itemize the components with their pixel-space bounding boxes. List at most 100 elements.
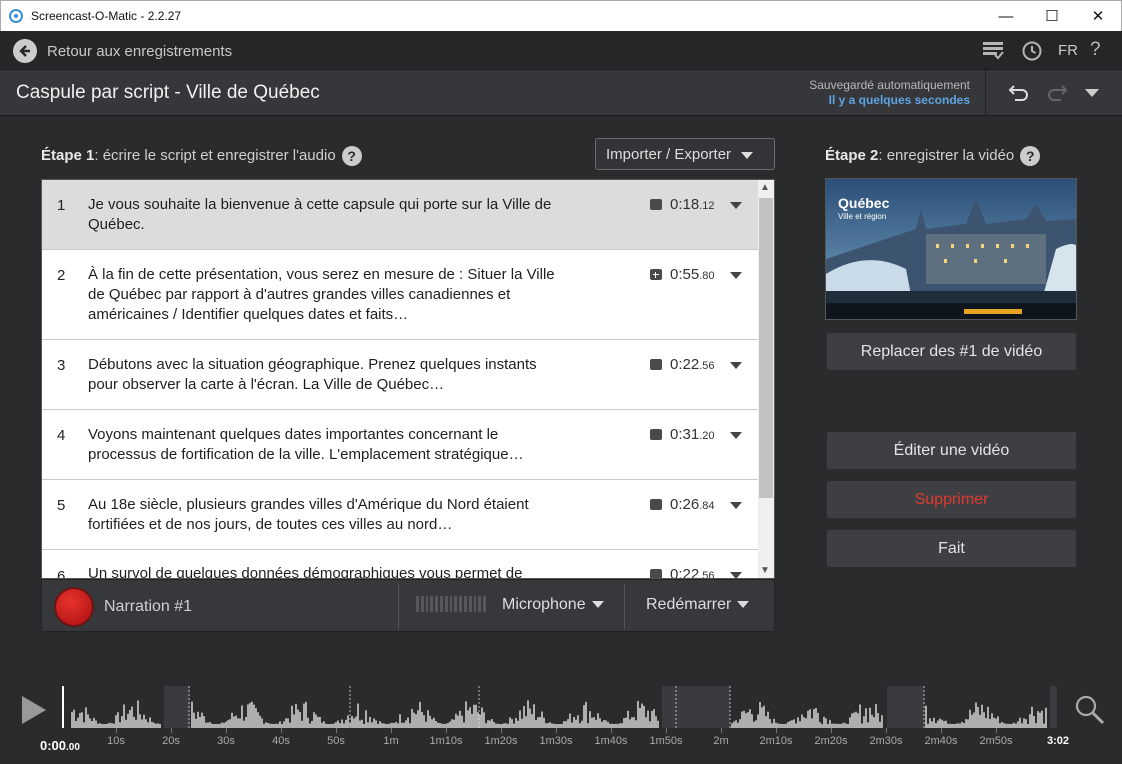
timeline-tick-mark xyxy=(831,728,832,733)
row-menu-chevron-down-icon[interactable] xyxy=(730,502,742,509)
help-icon[interactable]: ? xyxy=(1090,39,1101,61)
audio-clip-icon xyxy=(650,569,662,578)
timeline-tick-mark xyxy=(556,728,557,733)
row-script-text[interactable]: Au 18e siècle, plusieurs grandes villes … xyxy=(88,495,558,535)
video-thumbnail[interactable]: Québec Ville et région xyxy=(825,178,1077,320)
row-duration: 0:31.20 xyxy=(650,426,715,443)
timeline-tick-label: 2m20s xyxy=(814,735,848,747)
row-duration-fraction: .84 xyxy=(699,500,715,512)
timeline-tick-label: 1m xyxy=(383,735,399,747)
row-duration-fraction: .12 xyxy=(699,200,715,212)
minimize-button[interactable]: — xyxy=(983,1,1029,32)
script-row[interactable]: 4 Voyons maintenant quelques dates import… xyxy=(42,410,758,480)
edit-video-button[interactable]: Éditer une vidéo xyxy=(826,431,1077,470)
language-selector[interactable]: FR xyxy=(1058,42,1078,59)
import-export-label: Importer / Exporter xyxy=(606,146,732,163)
total-duration: 3:02 xyxy=(1047,735,1070,747)
app-logo-icon xyxy=(9,9,23,23)
row-duration-value: 0:55 xyxy=(670,266,700,283)
timeline: 10s 20s 30s 40s 50s 1m 1m10s 1m20s 1m30s 1m40s 1m5… xyxy=(0,680,1122,764)
row-number: 6 xyxy=(57,568,66,579)
script-row[interactable]: 2 À la fin de cette présentation, vous se… xyxy=(42,250,758,340)
row-duration-fraction: .20 xyxy=(699,430,715,442)
row-duration: 0:18.12 xyxy=(650,196,715,213)
row-menu-chevron-down-icon[interactable] xyxy=(730,272,742,279)
script-row[interactable]: 6 Un survol de quelques données démograph… xyxy=(42,550,758,579)
row-duration-fraction: .56 xyxy=(699,570,715,579)
timeline-tick-label: 1m50s xyxy=(649,735,683,747)
microphone-label: Microphone xyxy=(502,596,586,613)
row-duration-value: 0:31 xyxy=(670,426,700,443)
timeline-ruler[interactable]: 10s 20s 30s 40s 50s 1m 1m10s 1m20s 1m30s 1m40s 1m5… xyxy=(62,728,1057,758)
redo-icon xyxy=(1045,82,1069,110)
replace-video-button[interactable]: Replacer des #1 de vidéo xyxy=(826,332,1077,371)
scroll-down-arrow-icon[interactable]: ▼ xyxy=(760,565,770,576)
silence-segment xyxy=(887,686,924,728)
done-button[interactable]: Fait xyxy=(826,529,1077,568)
row-number: 4 xyxy=(57,427,66,444)
scrollbar-thumb[interactable] xyxy=(759,198,773,498)
window-title: Screencast-O-Matic - 2.2.27 xyxy=(31,9,182,23)
step2-help-icon[interactable]: ? xyxy=(1020,146,1041,166)
timeline-tick-mark xyxy=(501,728,502,733)
row-menu-chevron-down-icon[interactable] xyxy=(730,362,742,369)
maximize-button[interactable]: ☐ xyxy=(1029,1,1075,32)
row-menu-chevron-down-icon[interactable] xyxy=(730,432,742,439)
autosave-time: Il y a quelques secondes xyxy=(828,93,970,107)
chevron-down-icon xyxy=(591,601,604,609)
checklist-icon[interactable] xyxy=(982,40,1004,65)
timeline-tick-label: 50s xyxy=(327,735,345,747)
more-chevron-down-icon[interactable] xyxy=(1085,89,1099,97)
script-list: 1 Je vous souhaite la bienvenue à cette c… xyxy=(41,179,775,579)
timeline-tick-mark xyxy=(336,728,337,733)
scroll-up-arrow-icon[interactable]: ▲ xyxy=(760,182,770,193)
thumbnail-title: Québec xyxy=(838,195,890,211)
project-title[interactable]: Caspule par script - Ville de Québec xyxy=(16,82,320,104)
timeline-tick-label: 1m30s xyxy=(539,735,573,747)
current-time-value: 0:00 xyxy=(40,738,67,753)
audio-clip-icon xyxy=(650,429,662,440)
timeline-tick-label: 10s xyxy=(107,735,125,747)
record-button[interactable] xyxy=(54,587,94,627)
timeline-tick-label: 2m10s xyxy=(759,735,793,747)
audio-waveform[interactable] xyxy=(62,686,1057,728)
history-icon[interactable] xyxy=(1021,40,1043,67)
undo-icon[interactable] xyxy=(1007,82,1031,110)
play-icon[interactable] xyxy=(22,696,46,724)
step1-help-icon[interactable]: ? xyxy=(341,146,362,166)
row-script-text[interactable]: Débutons avec la situation géographique.… xyxy=(88,355,558,395)
timeline-tick-mark xyxy=(996,728,997,733)
delete-button[interactable]: Supprimer xyxy=(826,480,1077,519)
back-arrow-icon[interactable] xyxy=(13,39,37,63)
top-nav: Retour aux enregistrements FR ? xyxy=(0,31,1122,70)
row-menu-chevron-down-icon[interactable] xyxy=(730,202,742,209)
row-menu-chevron-down-icon[interactable] xyxy=(730,572,742,578)
script-row[interactable]: 3 Débutons avec la situation géographique… xyxy=(42,340,758,410)
script-row[interactable]: 1 Je vous souhaite la bienvenue à cette c… xyxy=(42,180,758,250)
step1-description: : écrire le script et enregistrer l'audi… xyxy=(94,146,336,164)
chevron-down-icon xyxy=(741,151,754,159)
audio-level-meter xyxy=(416,596,486,612)
zoom-magnifier-icon[interactable] xyxy=(1074,694,1106,731)
row-duration: 0:22.56 xyxy=(650,566,715,579)
microphone-dropdown[interactable]: Microphone xyxy=(502,596,604,614)
row-script-text[interactable]: Un survol de quelques données démographi… xyxy=(88,564,558,578)
back-to-recordings-link[interactable]: Retour aux enregistrements xyxy=(47,43,232,60)
narration-label: Narration #1 xyxy=(104,598,193,615)
row-script-text[interactable]: Voyons maintenant quelques dates importa… xyxy=(88,425,558,465)
row-script-text[interactable]: Je vous souhaite la bienvenue à cette ca… xyxy=(88,195,558,235)
row-duration: 0:26.84 xyxy=(650,496,715,513)
row-number: 3 xyxy=(57,357,66,374)
timeline-tick-label: 1m20s xyxy=(484,735,518,747)
close-button[interactable]: ✕ xyxy=(1075,1,1121,32)
timeline-tick-label: 2m40s xyxy=(924,735,958,747)
script-row[interactable]: 5 Au 18e siècle, plusieurs grandes villes… xyxy=(42,480,758,550)
header-divider xyxy=(985,70,986,116)
timeline-tick-mark xyxy=(721,728,722,733)
timeline-tick-label: 40s xyxy=(272,735,290,747)
import-export-dropdown[interactable]: Importer / Exporter xyxy=(595,138,775,170)
restart-dropdown[interactable]: Redémarrer xyxy=(646,596,750,614)
row-duration-fraction: .56 xyxy=(699,360,715,372)
current-time: 0:00.00 xyxy=(40,738,80,753)
row-script-text[interactable]: À la fin de cette présentation, vous ser… xyxy=(88,265,558,325)
